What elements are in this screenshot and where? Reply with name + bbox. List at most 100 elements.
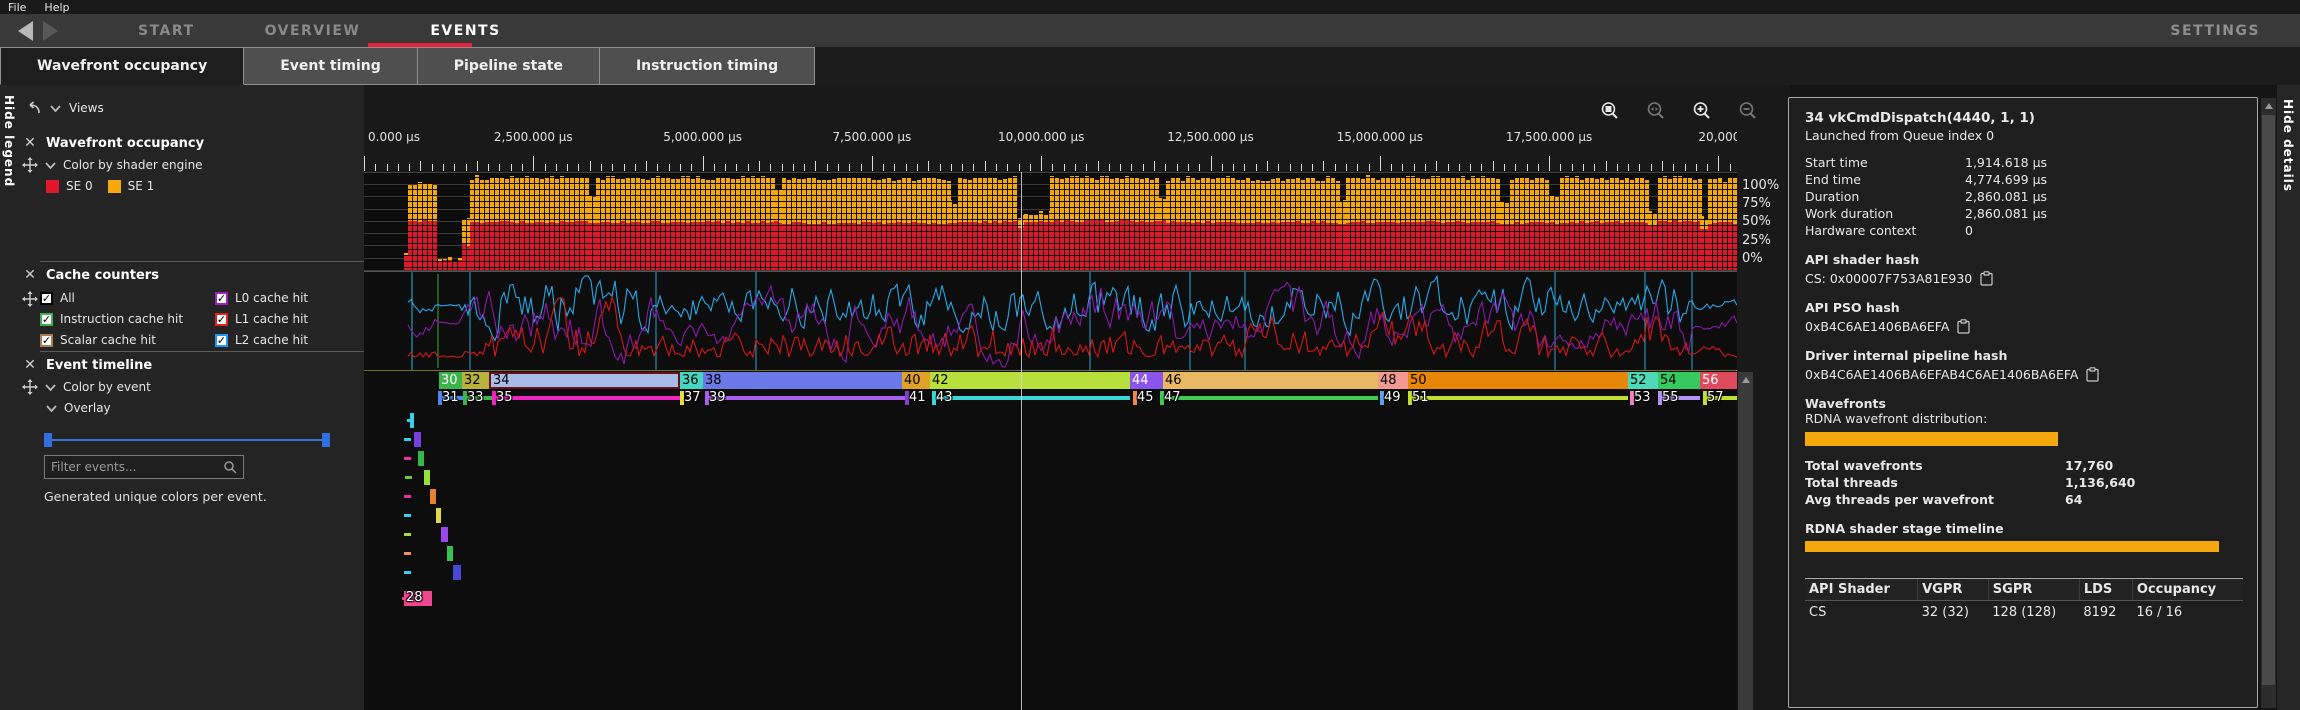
cascade-event-bar[interactable] [441,527,448,542]
occupancy-column[interactable] [1718,178,1722,270]
occupancy-column[interactable] [676,178,680,270]
occupancy-column[interactable] [1181,180,1185,270]
occupancy-column[interactable] [1226,176,1230,270]
occupancy-column[interactable] [1615,177,1619,270]
event-segment-30[interactable]: 30 [439,372,462,389]
occupancy-column[interactable] [1376,179,1380,270]
occupancy-column[interactable] [1110,179,1114,270]
occupancy-column[interactable] [641,178,645,270]
occupancy-column[interactable] [1401,177,1405,270]
occupancy-column[interactable] [1700,216,1704,270]
cascade-event-bar[interactable] [410,413,414,428]
occupancy-column[interactable] [606,176,610,270]
move-icon[interactable] [22,291,38,307]
event-duration-line-47[interactable] [1160,396,1378,400]
occupancy-column[interactable] [1580,179,1584,270]
cascade-event-bar[interactable] [418,451,424,466]
occupancy-column[interactable] [485,180,489,270]
occupancy-column[interactable] [1530,179,1534,270]
occupancy-column[interactable] [1338,202,1342,270]
occupancy-column[interactable] [1411,176,1415,270]
occupancy-column[interactable] [691,178,695,270]
occupancy-column[interactable] [480,180,484,270]
checkbox-l0-cache-hit[interactable]: ✓ L0 cache hit [215,291,364,305]
copy-to-clipboard-icon[interactable] [1957,319,1971,334]
occupancy-column[interactable] [1039,211,1043,270]
occupancy-column[interactable] [1560,177,1564,270]
event-segment-48[interactable]: 48 [1378,372,1408,389]
occupancy-column[interactable] [438,259,442,270]
occupancy-column[interactable] [988,176,992,270]
occupancy-column[interactable] [932,177,936,270]
occupancy-column[interactable] [1316,180,1320,270]
back-arrow-icon[interactable] [18,20,33,41]
event-segment-38[interactable]: 38 [703,372,902,389]
close-icon[interactable]: ✕ [22,357,38,373]
occupancy-column[interactable] [978,176,982,270]
occupancy-column[interactable] [631,176,635,270]
cache-counters-chart[interactable] [364,272,1737,370]
occupancy-column[interactable] [1610,176,1614,270]
occupancy-column[interactable] [1461,175,1465,270]
occupancy-column[interactable] [611,175,615,270]
occupancy-column[interactable] [1520,177,1524,270]
checkbox-scalar-cache-hit[interactable]: ✓ Scalar cache hit [40,333,215,347]
checkbox-box[interactable]: ✓ [40,291,53,305]
occupancy-column[interactable] [862,177,866,270]
occupancy-column[interactable] [453,261,457,270]
occupancy-column[interactable] [1301,180,1305,270]
occupancy-column[interactable] [1321,181,1325,270]
zoom-reset-icon[interactable] [1646,101,1666,121]
occupancy-column[interactable] [1620,179,1624,270]
occupancy-column[interactable] [1648,211,1652,270]
cascade-event-bar[interactable] [424,470,430,485]
occupancy-column[interactable] [1441,178,1445,270]
occupancy-column[interactable] [1668,179,1672,270]
occupancy-column[interactable] [1090,178,1094,270]
occupancy-column[interactable] [462,218,466,270]
occupancy-column[interactable] [706,179,710,270]
overlay-dropdown[interactable]: Overlay [64,401,111,415]
occupancy-column[interactable] [1281,180,1285,270]
occupancy-column[interactable] [1733,178,1737,270]
occupancy-column[interactable] [580,176,584,270]
occupancy-column[interactable] [1436,176,1440,270]
occupancy-column[interactable] [1723,181,1727,270]
occupancy-column[interactable] [1466,179,1470,270]
occupancy-column[interactable] [1356,177,1360,270]
checkbox-box[interactable]: ✓ [215,312,228,326]
occupancy-column[interactable] [1055,177,1059,270]
occupancy-column[interactable] [721,178,725,270]
occupancy-column[interactable] [626,178,630,270]
occupancy-column[interactable] [1505,202,1509,270]
occupancy-column[interactable] [867,177,871,270]
occupancy-column[interactable] [1251,180,1255,270]
event-range-slider[interactable] [44,433,330,447]
occupancy-column[interactable] [897,179,901,270]
nav-item-start[interactable]: START [138,23,195,39]
occupancy-column[interactable] [1326,176,1330,270]
occupancy-column[interactable] [847,178,851,270]
occupancy-column[interactable] [1640,176,1644,270]
occupancy-column[interactable] [1085,175,1089,270]
occupancy-column[interactable] [792,177,796,270]
occupancy-column[interactable] [666,176,670,270]
occupancy-column[interactable] [1708,179,1712,270]
cascade-event-bar[interactable] [436,508,441,523]
occupancy-column[interactable] [1713,179,1717,270]
occupancy-column[interactable] [1683,176,1687,270]
zoom-in-icon[interactable] [1692,101,1712,121]
occupancy-column[interactable] [1431,176,1435,270]
occupancy-column[interactable] [1029,215,1033,270]
occupancy-column[interactable] [1635,177,1639,270]
occupancy-column[interactable] [832,178,836,270]
wavefront-timeline-pane[interactable]: 0.000 µs 2,500.000 µs 5,000.000 µs 7,500.00… [364,85,1790,710]
occupancy-column[interactable] [646,179,650,270]
occupancy-column[interactable] [696,175,700,270]
occupancy-column[interactable] [525,176,529,270]
checkbox-box[interactable]: ✓ [215,291,228,305]
occupancy-column[interactable] [1105,175,1109,270]
occupancy-column[interactable] [1605,179,1609,270]
occupancy-column[interactable] [1550,195,1554,270]
occupancy-column[interactable] [948,200,952,270]
